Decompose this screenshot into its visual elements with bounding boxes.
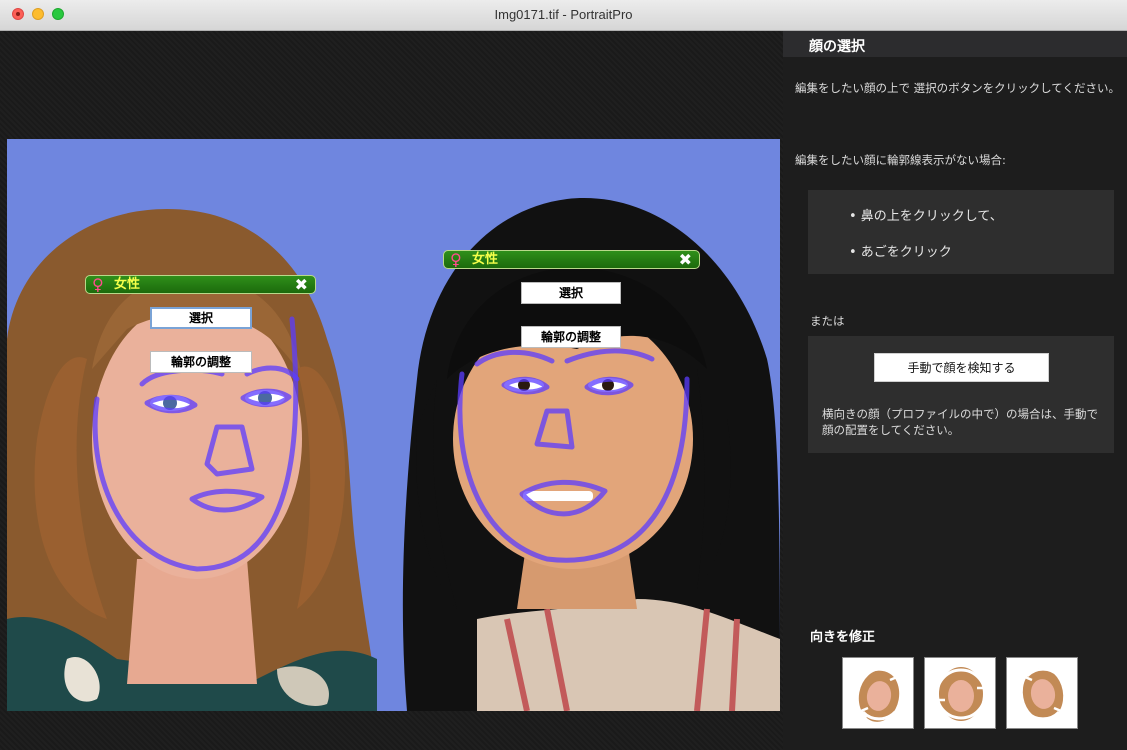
step-chin: • あごをクリック <box>849 245 952 260</box>
rotate-180-icon <box>934 667 988 721</box>
female-icon: ♀ <box>450 250 462 269</box>
adjust-contour-button[interactable]: 輪郭の調整 <box>150 351 252 373</box>
female-icon: ♀ <box>92 275 104 294</box>
panel-title: 顔の選択 <box>809 39 865 55</box>
rotate-cw-icon <box>1022 667 1064 721</box>
image-canvas[interactable]: ♀ 女性 ✖ 選択 輪郭の調整 ♀ 女性 ✖ 選択 輪郭の調整 <box>0 31 783 750</box>
rotate-left-thumbnail[interactable] <box>842 657 914 729</box>
window-title: Img0171.tif - PortraitPro <box>494 7 633 22</box>
rotate-section-title: 向きを修正 <box>810 630 876 645</box>
portrait-photo[interactable]: ♀ 女性 ✖ 選択 輪郭の調整 ♀ 女性 ✖ 選択 輪郭の調整 <box>7 139 780 711</box>
remove-face-button[interactable]: ✖ <box>679 251 692 268</box>
manual-steps-box: • 鼻の上をクリックして、 • あごをクリック <box>808 190 1114 274</box>
rotate-right-thumbnail[interactable] <box>1006 657 1078 729</box>
photo-illustration <box>7 139 780 711</box>
face-gender-label: ♀ 女性 ✖ <box>85 275 316 294</box>
panel-header: 顔の選択 <box>783 31 1127 57</box>
select-face-button[interactable]: 選択 <box>150 307 252 329</box>
instruction-text: 編集をしたい顔の上で 選択のボタンをクリックしてください。 <box>795 81 1120 95</box>
rotate-ccw-icon <box>858 667 900 722</box>
title-bar: Img0171.tif - PortraitPro <box>0 0 1127 31</box>
select-face-button[interactable]: 選択 <box>521 282 621 304</box>
no-outline-text: 編集をしたい顔に輪郭線表示がない場合: <box>795 153 1006 167</box>
face-selection-panel: 顔の選択 編集をしたい顔の上で 選択のボタンをクリックしてください。 編集をした… <box>783 31 1127 750</box>
gender-text: 女性 <box>114 277 141 292</box>
step-nose: • 鼻の上をクリックして、 <box>849 209 1003 224</box>
rotate-180-thumbnail[interactable] <box>924 657 996 729</box>
gender-text: 女性 <box>472 252 499 267</box>
manual-detect-button[interactable]: 手動で顔を検知する <box>874 353 1049 382</box>
manual-detect-box: 手動で顔を検知する 横向きの顔（プロファイルの中で）の場合は、手動で顔の配置をし… <box>808 336 1114 453</box>
adjust-contour-button[interactable]: 輪郭の調整 <box>521 326 621 348</box>
face-gender-label: ♀ 女性 ✖ <box>443 250 700 269</box>
remove-face-button[interactable]: ✖ <box>295 276 308 293</box>
or-text: または <box>810 314 845 328</box>
profile-note: 横向きの顔（プロファイルの中で）の場合は、手動で顔の配置をしてください。 <box>822 407 1098 437</box>
